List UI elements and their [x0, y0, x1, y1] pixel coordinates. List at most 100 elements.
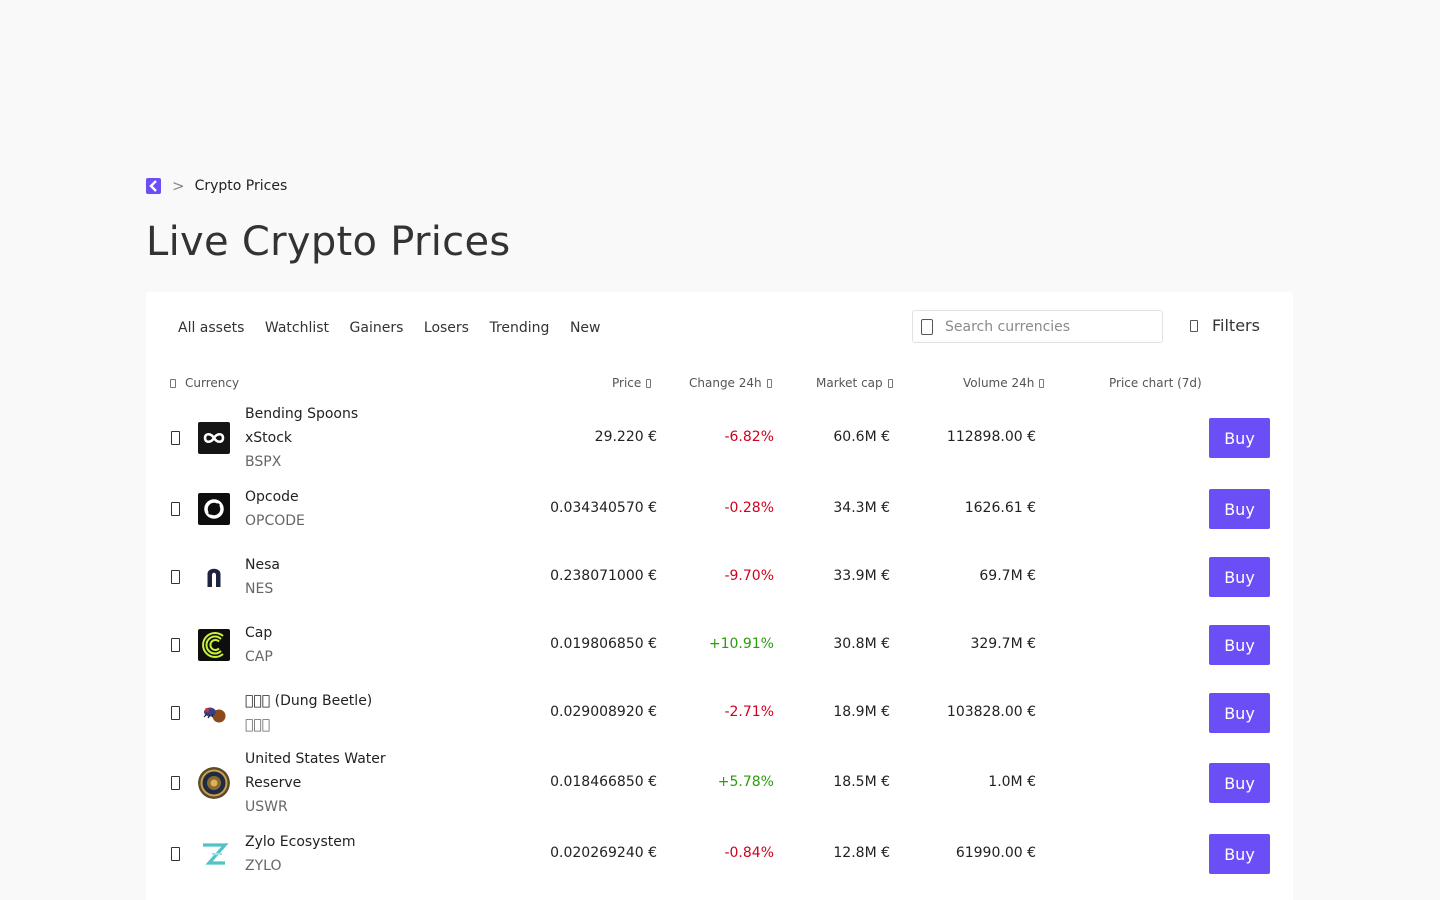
coin-symbol: ZYLO: [245, 858, 282, 874]
column-price-label: Price: [612, 376, 642, 390]
coin-name: Zylo Ecosystem: [245, 834, 356, 850]
change-cell: +10.91%: [708, 636, 774, 652]
breadcrumb-current: Crypto Prices: [194, 178, 288, 194]
watchlist-star-icon[interactable]: [171, 706, 180, 720]
column-currency[interactable]: Currency: [170, 376, 239, 390]
coin-name-cont: xStock: [245, 430, 293, 446]
column-price[interactable]: Price: [612, 376, 652, 390]
coin-symbol: BSPX: [245, 454, 282, 470]
sort-icon: [887, 379, 893, 388]
column-volume-label: Volume 24h: [963, 376, 1035, 390]
market-cap-cell: 33.9M €: [833, 568, 890, 584]
column-market-cap[interactable]: Market cap: [816, 376, 893, 390]
volume-cell: 103828.00 €: [946, 704, 1036, 720]
market-cap-cell: 60.6M €: [833, 429, 890, 445]
tab-trending[interactable]: Trending: [489, 318, 549, 338]
buy-button[interactable]: Buy: [1209, 418, 1270, 458]
column-currency-label: Currency: [185, 376, 240, 390]
coin-name-link[interactable]: Cap CAP: [245, 621, 273, 669]
coin-name: Opcode: [245, 489, 299, 505]
kraken-logo-icon[interactable]: [146, 178, 161, 194]
coin-name: Nesa: [245, 557, 280, 573]
coin-name-link[interactable]:     (Dung Beetle)    : [245, 689, 372, 737]
market-cap-cell: 34.3M €: [833, 500, 890, 516]
volume-cell: 329.7M €: [970, 636, 1036, 652]
concentric-arcs-icon: [198, 629, 230, 661]
volume-cell: 69.7M €: [979, 568, 1036, 584]
price-cell: 0.238071000 €: [550, 568, 657, 584]
coin-name-link[interactable]: Bending Spoons xStock BSPX: [245, 402, 358, 474]
coin-name-cont: Reserve: [245, 775, 302, 791]
price-cell: 0.019806850 €: [550, 636, 657, 652]
volume-cell: 61990.00 €: [955, 845, 1036, 861]
coin-symbol: OPCODE: [245, 513, 305, 529]
column-change[interactable]: Change 24h: [689, 376, 772, 390]
market-cap-cell: 12.8M €: [833, 845, 890, 861]
table-header: Currency Price Change 24h Market cap Vol…: [146, 374, 1293, 394]
breadcrumb-separator: >: [172, 177, 185, 195]
buy-button[interactable]: Buy: [1209, 557, 1270, 597]
tab-losers[interactable]: Losers: [424, 318, 469, 338]
market-cap-cell: 18.5M €: [833, 774, 890, 790]
page-title: Live Crypto Prices: [146, 219, 511, 265]
price-cell: 0.018466850 €: [550, 774, 657, 790]
search-icon: [921, 318, 933, 335]
coin-symbol:    : [245, 717, 271, 733]
sort-icon: [1039, 379, 1045, 388]
buy-button[interactable]: Buy: [1209, 625, 1270, 665]
buy-button[interactable]: Buy: [1209, 693, 1270, 733]
beetle-icon: [198, 697, 230, 729]
buy-button[interactable]: Buy: [1209, 763, 1270, 803]
change-cell: -9.70%: [724, 568, 774, 584]
tab-new[interactable]: New: [570, 318, 601, 338]
breadcrumb: > Crypto Prices: [146, 176, 287, 196]
coin-name:     (Dung Beetle): [245, 693, 373, 709]
filter-icon: [1190, 319, 1198, 332]
sort-icon: [646, 379, 652, 388]
watchlist-star-icon[interactable]: [171, 776, 180, 790]
filters-label: Filters: [1212, 316, 1260, 335]
page: > Crypto Prices Live Crypto Prices All a…: [0, 0, 1440, 900]
change-cell: -0.28%: [724, 500, 774, 516]
tab-bar: All assets Watchlist Gainers Losers Tren…: [178, 318, 621, 338]
coin-symbol: USWR: [245, 799, 288, 815]
coin-symbol: NES: [245, 581, 274, 597]
coin-name-link[interactable]: Nesa NES: [245, 553, 280, 601]
search-input[interactable]: [945, 318, 1145, 335]
coin-symbol: CAP: [245, 649, 273, 665]
star-icon: [170, 379, 176, 388]
column-market-cap-label: Market cap: [816, 376, 883, 390]
coin-name-link[interactable]: Zylo Ecosystem ZYLO: [245, 830, 356, 878]
price-cell: 0.034340570 €: [550, 500, 657, 516]
watchlist-star-icon[interactable]: [171, 847, 180, 861]
change-cell: +5.78%: [717, 774, 774, 790]
watchlist-star-icon[interactable]: [171, 638, 180, 652]
coin-name-link[interactable]: United States Water Reserve USWR: [245, 747, 386, 819]
price-cell: 29.220 €: [594, 429, 657, 445]
change-cell: -6.82%: [724, 429, 774, 445]
coin-name: United States Water: [245, 751, 386, 767]
column-volume[interactable]: Volume 24h: [963, 376, 1045, 390]
ring-icon: [198, 493, 230, 525]
coin-name: Cap: [245, 625, 273, 641]
volume-cell: 112898.00 €: [946, 429, 1036, 445]
price-cell: 0.020269240 €: [550, 845, 657, 861]
volume-cell: 1.0M €: [988, 774, 1036, 790]
tab-all-assets[interactable]: All assets: [178, 318, 244, 338]
watchlist-star-icon[interactable]: [171, 431, 180, 445]
market-cap-cell: 30.8M €: [833, 636, 890, 652]
z-letter-icon: [198, 838, 230, 870]
watchlist-star-icon[interactable]: [171, 570, 180, 584]
filters-button[interactable]: Filters: [1190, 316, 1260, 335]
market-cap-cell: 18.9M €: [833, 704, 890, 720]
column-price-chart: Price chart (7d): [1109, 376, 1202, 390]
buy-button[interactable]: Buy: [1209, 834, 1270, 874]
buy-button[interactable]: Buy: [1209, 489, 1270, 529]
tab-gainers[interactable]: Gainers: [350, 318, 404, 338]
watchlist-star-icon[interactable]: [171, 502, 180, 516]
seal-icon: [198, 767, 230, 799]
change-cell: -2.71%: [724, 704, 774, 720]
tab-watchlist[interactable]: Watchlist: [265, 318, 329, 338]
change-cell: -0.84%: [724, 845, 774, 861]
coin-name-link[interactable]: Opcode OPCODE: [245, 485, 305, 533]
